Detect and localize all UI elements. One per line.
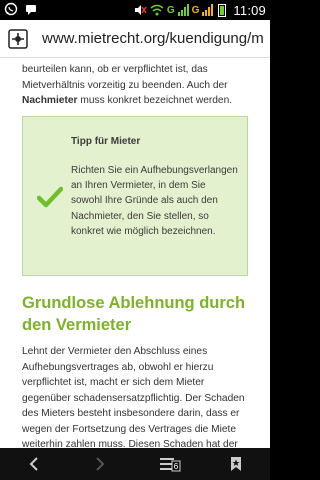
intro-line-1: beurteilen kann, ob er verpflichtet ist,… <box>22 64 208 75</box>
intro-paragraph: beurteilen kann, ob er verpflichtet ist,… <box>22 62 254 109</box>
tab-count: 6 <box>174 462 179 471</box>
web-page-content: beurteilen kann, ob er verpflichtet ist,… <box>0 58 270 448</box>
chat-icon <box>26 5 36 15</box>
forward-button[interactable] <box>80 448 120 480</box>
status-bar: G G 11:09 <box>0 0 270 20</box>
tabs-button[interactable]: 6 <box>150 448 190 480</box>
body-paragraph: Lehnt der Vermieter den Abschluss eines … <box>22 346 245 448</box>
network-type-label-2: G <box>191 4 200 16</box>
tip-box: Tipp für Mieter Richten Sie ein Aufhebun… <box>22 116 248 276</box>
clock: 11:09 <box>233 2 266 18</box>
signal-icon-2 <box>202 4 214 16</box>
network-type-label: G <box>166 4 175 16</box>
tip-title: Tipp für Mieter <box>71 136 141 147</box>
section-heading: Grundlose Ablehnung durch den Vermieter <box>22 294 246 334</box>
url-bar[interactable]: www.mietrecht.org/kuendigung/m <box>0 20 270 58</box>
checkmark-icon <box>37 186 63 208</box>
wifi-icon <box>150 4 164 16</box>
mute-icon <box>134 5 147 15</box>
intro-line-3: muss konkret bezeichnet werden. <box>77 95 233 106</box>
site-favicon-icon[interactable] <box>8 29 28 49</box>
bookmark-button[interactable] <box>216 448 256 480</box>
intro-bold: Nachmieter <box>22 95 78 106</box>
back-button[interactable] <box>14 448 54 480</box>
whatsapp-icon <box>4 2 18 16</box>
browser-nav-bar: 6 <box>0 448 270 480</box>
signal-icon <box>177 4 189 16</box>
bookmark-icon <box>231 457 241 471</box>
forward-icon <box>96 457 105 471</box>
url-text[interactable]: www.mietrecht.org/kuendigung/m <box>42 30 266 47</box>
back-icon <box>29 457 38 471</box>
tabs-icon: 6 <box>160 458 181 472</box>
intro-line-2: Mietverhältnis vorzeitig zu beenden. Auc… <box>22 79 228 91</box>
battery-icon <box>218 3 227 17</box>
tip-text: Richten Sie ein Aufhebungsverlangen an I… <box>71 165 238 237</box>
